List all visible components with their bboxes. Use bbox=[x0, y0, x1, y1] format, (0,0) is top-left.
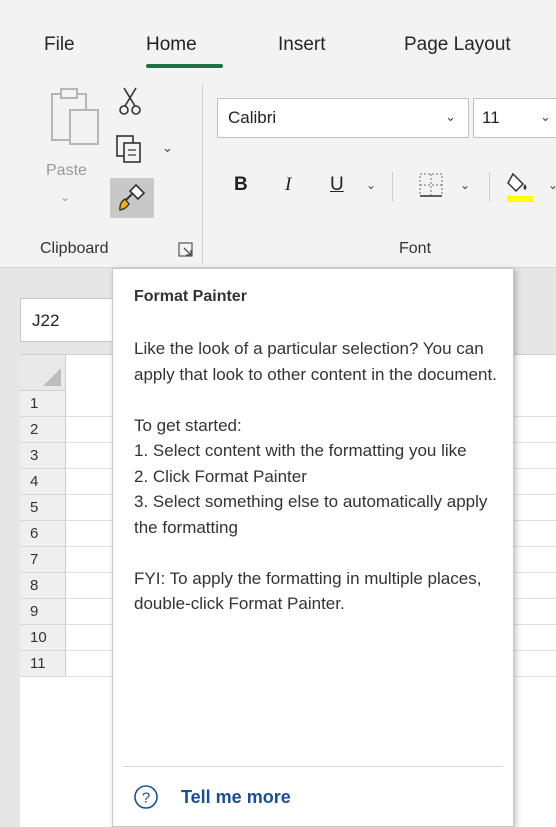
name-box-value: J22 bbox=[32, 311, 60, 330]
bold-button[interactable]: B bbox=[234, 174, 248, 196]
active-tab-indicator bbox=[146, 64, 223, 68]
tooltip-paragraph: Like the look of a particular selection?… bbox=[134, 339, 497, 384]
chevron-down-icon: ⌄ bbox=[445, 109, 456, 124]
format-painter-button[interactable] bbox=[110, 178, 154, 218]
font-size-dropdown[interactable]: 11 ⌄ bbox=[473, 98, 556, 138]
italic-button[interactable]: I bbox=[285, 174, 291, 196]
tab-file[interactable]: File bbox=[44, 34, 75, 56]
copy-chevron-down-icon[interactable]: ⌄ bbox=[162, 140, 173, 156]
tab-page-layout[interactable]: Page Layout bbox=[404, 34, 511, 56]
row-header[interactable]: 10 bbox=[20, 625, 66, 651]
row-header[interactable]: 11 bbox=[20, 651, 66, 677]
row-header[interactable]: 8 bbox=[20, 573, 66, 599]
dialog-launcher-icon[interactable] bbox=[178, 242, 194, 258]
cut-icon[interactable] bbox=[118, 86, 142, 116]
row-header[interactable]: 3 bbox=[20, 443, 66, 469]
underline-chevron-down-icon[interactable]: ⌄ bbox=[366, 178, 376, 192]
row-header[interactable]: 5 bbox=[20, 495, 66, 521]
row-header[interactable]: 1 bbox=[20, 391, 66, 417]
tell-me-more-link[interactable]: Tell me more bbox=[181, 787, 291, 808]
font-group-label: Font bbox=[399, 240, 432, 257]
row-header[interactable]: 7 bbox=[20, 547, 66, 573]
tooltip-body: Like the look of a particular selection?… bbox=[134, 336, 506, 617]
fill-color-chevron-down-icon[interactable]: ⌄ bbox=[548, 178, 556, 192]
ribbon-tabs: File Home Insert Page Layout bbox=[0, 0, 556, 80]
font-size-value: 11 bbox=[482, 108, 500, 127]
borders-icon[interactable] bbox=[418, 172, 444, 198]
font-name-value: Calibri bbox=[228, 108, 277, 127]
name-box[interactable]: J22 bbox=[20, 298, 120, 342]
chevron-down-icon: ⌄ bbox=[540, 109, 551, 124]
row-header[interactable]: 6 bbox=[20, 521, 66, 547]
ribbon: Paste ⌄ ⌄ Clipboard Calibri ⌄ 11 ⌄ B I U… bbox=[0, 80, 556, 268]
tooltip-step: 3. Select something else to automaticall… bbox=[134, 492, 488, 537]
tab-home[interactable]: Home bbox=[146, 34, 197, 56]
paste-button-label[interactable]: Paste bbox=[46, 162, 87, 180]
svg-text:?: ? bbox=[142, 790, 150, 807]
copy-icon[interactable] bbox=[114, 134, 148, 164]
row-header[interactable]: 4 bbox=[20, 469, 66, 495]
row-header[interactable]: 9 bbox=[20, 599, 66, 625]
clipboard-group-label: Clipboard bbox=[40, 240, 109, 257]
paste-icon[interactable] bbox=[50, 86, 102, 146]
divider bbox=[489, 172, 490, 202]
row-header[interactable]: 2 bbox=[20, 417, 66, 443]
tab-insert[interactable]: Insert bbox=[278, 34, 326, 56]
format-painter-icon bbox=[119, 183, 146, 211]
fill-color-icon[interactable] bbox=[505, 168, 535, 204]
group-separator bbox=[202, 84, 203, 264]
row-headers: 1 2 3 4 5 6 7 8 9 10 11 bbox=[20, 391, 66, 677]
paste-chevron-down-icon[interactable]: ⌄ bbox=[60, 190, 70, 204]
tooltip-paragraph: To get started: bbox=[134, 415, 242, 435]
tooltip-step: 2. Click Format Painter bbox=[134, 466, 307, 486]
underline-button[interactable]: U bbox=[330, 174, 344, 196]
font-name-dropdown[interactable]: Calibri ⌄ bbox=[217, 98, 469, 138]
tooltip-step: 1. Select content with the formatting yo… bbox=[134, 441, 467, 460]
tooltip-title: Format Painter bbox=[134, 288, 247, 305]
borders-chevron-down-icon[interactable]: ⌄ bbox=[460, 178, 470, 192]
tooltip-divider bbox=[123, 766, 503, 767]
select-all-corner[interactable] bbox=[20, 355, 66, 391]
format-painter-tooltip: Format Painter Like the look of a partic… bbox=[112, 268, 514, 827]
divider bbox=[392, 172, 393, 202]
tooltip-paragraph: FYI: To apply the formatting in multiple… bbox=[134, 568, 482, 614]
help-icon[interactable]: ? bbox=[133, 784, 159, 810]
